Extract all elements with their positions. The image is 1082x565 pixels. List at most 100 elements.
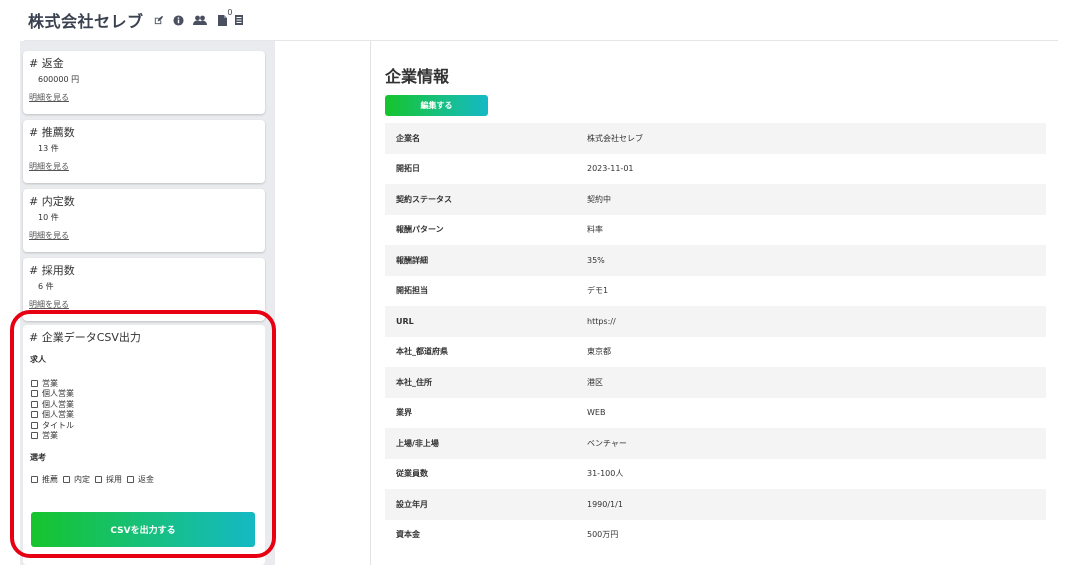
row-value: 31-100人 (587, 469, 624, 479)
checkbox[interactable] (31, 390, 38, 398)
stat-card-offers: # 内定数 10 件 明細を見る (23, 189, 265, 252)
jobs-checkbox-list: 営業 個人営業 個人営業 個人営業 タイトル 営業 (31, 378, 259, 441)
table-row: 上場/非上場 ベンチャー (385, 428, 1046, 459)
job-option-label: タイトル (42, 420, 74, 430)
document-count: 0 (227, 7, 233, 17)
selection-option[interactable]: 内定 (63, 474, 90, 485)
table-row: 企業名 株式会社セレブ (385, 123, 1046, 154)
row-label: 資本金 (396, 530, 420, 540)
row-value: 2023-11-01 (587, 164, 634, 174)
checkbox[interactable] (31, 421, 38, 429)
job-option-label: 営業 (42, 431, 58, 441)
row-label: 本社_住所 (396, 377, 432, 387)
row-label: 企業名 (396, 133, 420, 143)
table-row: 開拓担当 デモ1 (385, 276, 1046, 307)
row-value: 株式会社セレブ (587, 133, 643, 143)
table-row: 業界 WEB (385, 398, 1046, 429)
job-option[interactable]: 営業 (31, 431, 259, 442)
column-divider (370, 41, 371, 565)
job-option-label: 営業 (42, 378, 58, 388)
view-details-link[interactable]: 明細を見る (29, 93, 69, 103)
selection-option[interactable]: 採用 (95, 474, 122, 485)
job-option[interactable]: 個人営業 (31, 410, 259, 421)
users-icon[interactable] (192, 15, 207, 26)
company-info-table: 企業名 株式会社セレブ 開拓日 2023-11-01 契約ステータス 契約中 報酬パタ… (385, 123, 1046, 550)
jobs-group-label: 求人 (30, 355, 46, 364)
stat-value: 13 件 (38, 144, 59, 153)
stats-sidebar: # 返金 600000 円 明細を見る # 推薦数 13 件 明細を見る # 内… (20, 41, 275, 565)
stat-title: # 内定数 (29, 195, 75, 208)
list-icon[interactable] (234, 15, 243, 25)
job-option-label: 個人営業 (42, 389, 74, 399)
table-row: URL https:// (385, 306, 1046, 337)
export-csv-button[interactable]: CSVを出力する (31, 512, 255, 547)
job-option[interactable]: 営業 (31, 378, 259, 389)
row-value: ベンチャー (587, 438, 627, 448)
checkbox[interactable] (31, 411, 38, 419)
row-label: 報酬詳細 (396, 255, 428, 265)
checkbox[interactable] (31, 400, 38, 408)
view-details-link[interactable]: 明細を見る (29, 162, 69, 172)
job-option-label: 個人営業 (42, 399, 74, 409)
row-value: 東京都 (587, 347, 611, 357)
checkbox[interactable] (31, 432, 38, 440)
job-option[interactable]: タイトル (31, 420, 259, 431)
selection-option-label: 採用 (106, 475, 122, 484)
row-label: 開拓担当 (396, 286, 428, 296)
stat-title: # 返金 (29, 57, 64, 70)
row-label: 業界 (396, 408, 412, 418)
row-value: 35% (587, 255, 605, 265)
row-value: 500万円 (587, 530, 619, 540)
job-option-label: 個人営業 (42, 410, 74, 420)
row-label: 契約ステータス (396, 194, 452, 204)
checkbox[interactable] (127, 476, 134, 483)
table-row: 報酬詳細 35% (385, 245, 1046, 276)
selection-option-label: 返金 (138, 475, 154, 484)
edit-button[interactable]: 編集する (385, 95, 488, 116)
row-label: 従業員数 (396, 469, 428, 479)
row-value: 契約中 (587, 194, 611, 204)
table-row: 本社_都道府県 東京都 (385, 337, 1046, 368)
row-label: 報酬パターン (396, 225, 444, 235)
table-row: 本社_住所 港区 (385, 367, 1046, 398)
table-row: 資本金 500万円 (385, 520, 1046, 551)
checkbox[interactable] (63, 476, 70, 483)
selection-option[interactable]: 推薦 (31, 474, 58, 485)
selection-option-label: 内定 (74, 475, 90, 484)
selection-group-label: 選考 (30, 453, 46, 462)
csv-export-title: # 企業データCSV出力 (29, 331, 141, 344)
info-icon[interactable] (172, 14, 184, 26)
stat-card-hires: # 採用数 6 件 明細を見る (23, 258, 265, 321)
page-header: 株式会社セレブ 0 (28, 8, 243, 32)
row-label: 本社_都道府県 (396, 347, 448, 357)
company-name: 株式会社セレブ (28, 12, 144, 31)
document-icon[interactable]: 0 (217, 8, 233, 26)
stat-card-recommendations: # 推薦数 13 件 明細を見る (23, 120, 265, 183)
row-value: 料率 (587, 225, 603, 235)
row-value: WEB (587, 408, 606, 418)
row-label: 上場/非上場 (396, 438, 439, 448)
edit-icon[interactable] (153, 15, 164, 26)
view-details-link[interactable]: 明細を見る (29, 231, 69, 241)
stat-title: # 推薦数 (29, 126, 75, 139)
row-label: 開拓日 (396, 164, 420, 174)
selection-checkbox-list: 推薦 内定 採用 返金 (31, 474, 259, 485)
selection-option[interactable]: 返金 (127, 474, 154, 485)
job-option[interactable]: 個人営業 (31, 389, 259, 400)
stat-title: # 採用数 (29, 264, 75, 277)
checkbox[interactable] (31, 476, 38, 483)
row-label: URL (396, 316, 414, 326)
table-row: 開拓日 2023-11-01 (385, 154, 1046, 185)
csv-export-panel: # 企業データCSV出力 求人 営業 個人営業 個人営業 個人営業 タイトル 営… (23, 325, 265, 565)
row-value: デモ1 (587, 286, 609, 296)
stat-card-refund: # 返金 600000 円 明細を見る (23, 51, 265, 114)
checkbox[interactable] (95, 476, 102, 483)
table-row: 設立年月 1990/1/1 (385, 489, 1046, 520)
view-details-link[interactable]: 明細を見る (29, 300, 69, 310)
section-title: 企業情報 (385, 67, 450, 86)
table-row: 従業員数 31-100人 (385, 459, 1046, 490)
table-row: 報酬パターン 料率 (385, 215, 1046, 246)
job-option[interactable]: 個人営業 (31, 399, 259, 410)
checkbox[interactable] (31, 379, 38, 387)
row-label: 設立年月 (396, 499, 428, 509)
